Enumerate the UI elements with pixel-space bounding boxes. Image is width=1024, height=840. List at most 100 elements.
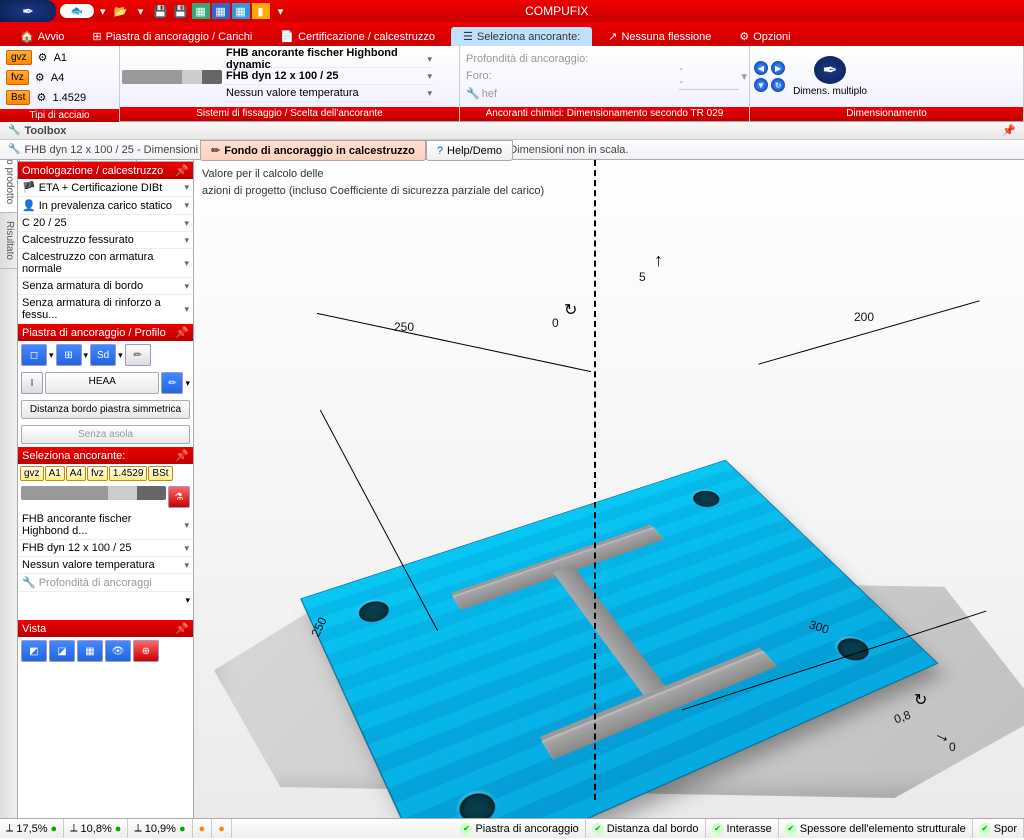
view-caption: Valore per il calcolo delle bbox=[202, 166, 544, 183]
profile-select[interactable]: HEAA bbox=[45, 372, 159, 394]
list-item[interactable]: Calcestruzzo fessurato▾ bbox=[18, 232, 193, 249]
anchor-image bbox=[122, 70, 222, 84]
group-dim-label: Dimensionamento bbox=[750, 107, 1023, 121]
qat-doc-icon[interactable]: ▦ bbox=[192, 3, 210, 19]
group-chem-label: Ancoranti chimici: Dimensionamento secon… bbox=[460, 107, 749, 121]
anchor-filter-icon[interactable]: ⚗ bbox=[168, 486, 190, 508]
view-btn-4[interactable]: 👁 bbox=[105, 640, 131, 662]
nav-refresh-icon[interactable]: ↻ bbox=[771, 78, 785, 92]
list-item[interactable]: 🔧Profondità di ancoraggi bbox=[18, 574, 193, 592]
section-seleziona-ancorante[interactable]: Seleziona ancorante:📌 bbox=[18, 447, 193, 464]
mat-gvz[interactable]: gvz bbox=[20, 466, 44, 481]
profile-btn-2[interactable]: ⊞ bbox=[56, 344, 82, 366]
status-check: Spessore dell'elemento strutturale bbox=[779, 819, 973, 838]
steel-gvz[interactable]: gvz⚙A1 bbox=[2, 48, 90, 67]
tab-opzioni[interactable]: ⚙Opzioni bbox=[727, 27, 802, 46]
anchor-hole bbox=[355, 598, 393, 626]
list-item[interactable]: 👤In prevalenza carico statico▾ bbox=[18, 197, 193, 215]
steel-fvz[interactable]: fvz⚙A4 bbox=[2, 68, 90, 87]
viewport-3d[interactable]: ✏Fondo di ancoraggio in calcestruzzo ?He… bbox=[194, 140, 1024, 818]
status-check: Distanza dal bordo bbox=[586, 819, 706, 838]
profile-btn-1[interactable]: ◻ bbox=[21, 344, 47, 366]
list-item[interactable]: 🏴ETA + Certificazione DIBt▾ bbox=[18, 179, 193, 197]
dimens-multiplo-button[interactable]: ✒ Dimens. multiplo bbox=[789, 54, 871, 99]
status-warn-2 bbox=[212, 819, 232, 838]
pin-icon[interactable]: 📌 bbox=[1002, 124, 1016, 137]
status-pct-2: ⟂10,8%● bbox=[64, 819, 128, 838]
steel-bst[interactable]: Bst⚙1.4529 bbox=[2, 88, 90, 107]
list-item[interactable]: Senza armatura di rinforzo a fessu...▾ bbox=[18, 295, 193, 324]
status-pct-3: ⟂10,9%● bbox=[128, 819, 192, 838]
status-pct-1: ⟂17,5%● bbox=[0, 819, 64, 838]
btn-senza-asola[interactable]: Senza asola bbox=[21, 425, 190, 444]
qat-open-icon[interactable]: 📂 bbox=[112, 3, 130, 19]
sidetab-risultato[interactable]: Risultato bbox=[0, 213, 17, 269]
toolbox-title: Toolbox bbox=[24, 125, 66, 137]
ribbon-tabs: 🏠Avvio ⊞Piastra di ancoraggio / Carichi … bbox=[0, 22, 1024, 46]
dim-label: 5 bbox=[639, 270, 646, 284]
anchor-type-dropdown[interactable]: FHB ancorante fischer Highbond dynamic▾ bbox=[224, 52, 434, 68]
list-item[interactable]: Senza armatura di bordo▾ bbox=[18, 278, 193, 295]
qat-print-icon[interactable]: ▦ bbox=[212, 3, 230, 19]
tab-avvio[interactable]: 🏠Avvio bbox=[8, 27, 76, 46]
section-omologazione[interactable]: Omologazione / calcestruzzo📌 bbox=[18, 162, 193, 179]
view-btn-1[interactable]: ◩ bbox=[21, 640, 47, 662]
tab-nessuna-flessione[interactable]: ↗Nessuna flessione bbox=[596, 27, 723, 46]
rotation-icon: ↻ bbox=[914, 690, 927, 710]
app-title: COMPUFIX bbox=[290, 4, 824, 18]
nav-left-icon[interactable]: ◀ bbox=[754, 61, 768, 75]
mat-a4[interactable]: A4 bbox=[66, 466, 86, 481]
list-item[interactable]: C 20 / 25▾ bbox=[18, 215, 193, 232]
mat-a1[interactable]: A1 bbox=[45, 466, 65, 481]
rotation-icon: ↻ bbox=[564, 300, 577, 320]
dim-label: 0 bbox=[552, 316, 559, 330]
btn-distanza-bordo[interactable]: Distanza bordo piastra simmetrica bbox=[21, 400, 190, 419]
arrow-up-icon: ↑ bbox=[654, 250, 663, 271]
status-check: Interasse bbox=[706, 819, 779, 838]
view-caption: azioni di progetto (incluso Coefficiente… bbox=[202, 183, 544, 200]
anchor-size-dropdown[interactable]: FHB dyn 12 x 100 / 25▾ bbox=[224, 69, 434, 85]
anchor-thumb bbox=[21, 486, 166, 500]
axis-dash bbox=[594, 160, 596, 800]
depth-field: Profondità di ancoraggio: bbox=[462, 51, 592, 67]
list-item[interactable]: FHB dyn 12 x 100 / 25▾ bbox=[18, 540, 193, 557]
qat-saveall-icon[interactable]: 💾 bbox=[172, 3, 190, 19]
mat-fvz[interactable]: fvz bbox=[87, 466, 108, 481]
list-item[interactable]: Calcestruzzo con armatura normale▾ bbox=[18, 249, 193, 278]
group-steel-label: Tipi di acciaio bbox=[0, 109, 119, 122]
status-check: Spor bbox=[973, 819, 1024, 838]
profile-shape-icon[interactable]: I bbox=[21, 372, 43, 394]
tab-seleziona-ancorante[interactable]: ☰Seleziona ancorante: bbox=[451, 27, 592, 46]
qat-help-icon[interactable]: ▮ bbox=[252, 3, 270, 19]
qat-save-icon[interactable]: 💾 bbox=[152, 3, 170, 19]
view-btn-2[interactable]: ◪ bbox=[49, 640, 75, 662]
tab-piastra[interactable]: ⊞Piastra di ancoraggio / Carichi bbox=[80, 27, 264, 46]
mat-bst[interactable]: BSt bbox=[148, 466, 172, 481]
nav-down-icon[interactable]: ▼ bbox=[754, 78, 768, 92]
view-btn-3[interactable]: ▦ bbox=[77, 640, 103, 662]
foro-field: Foro: bbox=[462, 68, 592, 84]
status-check: Piastra di ancoraggio bbox=[454, 819, 585, 838]
tab-certificazione[interactable]: 📄Certificazione / calcestruzzo bbox=[268, 27, 447, 46]
section-piastra[interactable]: Piastra di ancoraggio / Profilo📌 bbox=[18, 324, 193, 341]
anchor-temp-dropdown[interactable]: Nessun valore temperatura▾ bbox=[224, 86, 434, 102]
status-bar: ⟂17,5%● ⟂10,8%● ⟂10,9%● Piastra di ancor… bbox=[0, 818, 1024, 838]
profile-btn-4[interactable]: ✏ bbox=[125, 344, 151, 366]
profile-edit-icon[interactable]: ✏ bbox=[161, 372, 183, 394]
anchor-hole bbox=[454, 788, 500, 818]
app-logo[interactable] bbox=[0, 0, 56, 22]
list-item[interactable]: Nessun valore temperatura▾ bbox=[18, 557, 193, 574]
hef-field: 🔧hef bbox=[462, 85, 592, 102]
view-tab-fondo[interactable]: ✏Fondo di ancoraggio in calcestruzzo bbox=[200, 140, 426, 161]
qat-lang-icon[interactable]: ▦ bbox=[232, 3, 250, 19]
anchor-hole bbox=[688, 488, 724, 510]
list-item[interactable]: FHB ancorante fischer Highbond d...▾ bbox=[18, 511, 193, 540]
nav-right-icon[interactable]: ▶ bbox=[771, 61, 785, 75]
mat-14529[interactable]: 1.4529 bbox=[109, 466, 148, 481]
view-tab-help[interactable]: ?Help/Demo bbox=[426, 140, 513, 161]
group-anchor-label: Sistemi di fissaggio / Scelta dell'ancor… bbox=[120, 107, 459, 121]
profile-btn-3[interactable]: Sd bbox=[90, 344, 116, 366]
brand-logo bbox=[60, 4, 94, 18]
section-vista[interactable]: Vista📌 bbox=[18, 620, 193, 637]
view-btn-5[interactable]: ⊕ bbox=[133, 640, 159, 662]
